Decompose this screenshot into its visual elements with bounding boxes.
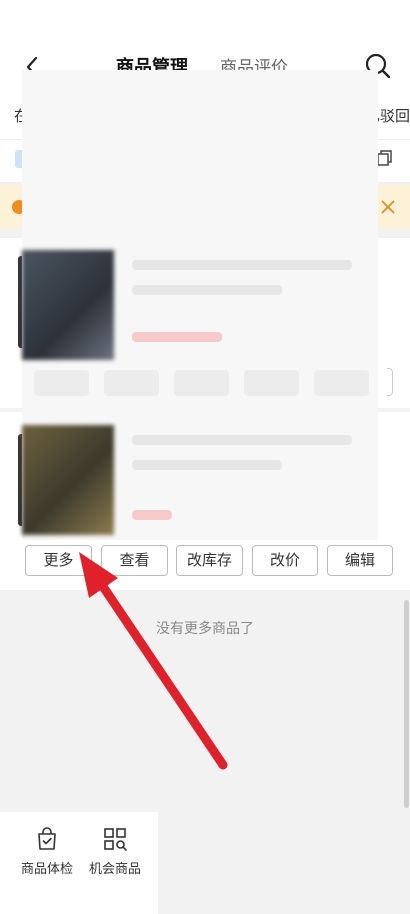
product-checkup-button[interactable]: 商品体检 (12, 826, 82, 877)
blurred-button (104, 370, 159, 396)
bag-check-icon (38, 827, 56, 850)
blurred-title (132, 260, 352, 270)
blurred-button (174, 370, 229, 396)
scrollbar[interactable] (404, 600, 409, 808)
blurred-price (132, 510, 172, 520)
copy-icon[interactable] (376, 149, 394, 167)
edit-stock-button[interactable]: 改库存 (176, 545, 243, 576)
blurred-subtitle (132, 285, 282, 295)
opportunity-products-button[interactable]: 机会商品 (80, 826, 150, 877)
blurred-price (132, 332, 222, 342)
bottom-toolbar: 商品体检 机会商品 (0, 812, 158, 914)
view-button[interactable]: 查看 (101, 545, 168, 576)
blurred-button (244, 370, 299, 396)
blurred-button (314, 370, 369, 396)
product-image (22, 250, 114, 360)
card-action-row: 更多 查看 改库存 改价 编辑 (0, 545, 410, 577)
edit-price-button[interactable]: 改价 (252, 545, 318, 576)
bottom-item-label: 机会商品 (88, 862, 141, 877)
product-image (22, 425, 114, 535)
edit-button[interactable]: 编辑 (327, 545, 393, 576)
close-icon[interactable] (378, 197, 398, 217)
blurred-subtitle (132, 460, 282, 470)
bottom-item-label: 商品体检 (20, 862, 73, 877)
blurred-overlay (22, 70, 378, 540)
blurred-title (132, 435, 352, 445)
blurred-button (34, 370, 89, 396)
action-button-edge[interactable] (387, 368, 393, 396)
grid-search-icon (104, 828, 127, 851)
list-end-text: 没有更多商品了 (156, 621, 254, 637)
more-button[interactable]: 更多 (25, 545, 92, 576)
